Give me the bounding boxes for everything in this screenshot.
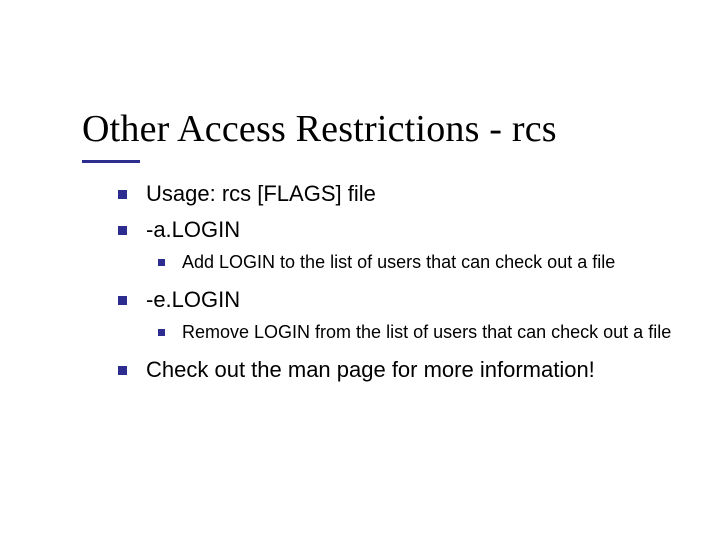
bullet-text: -a.LOGIN — [146, 217, 240, 242]
sub-bullets-e-login: Remove LOGIN from the list of users that… — [152, 321, 690, 344]
sub-bullet-remove-login: Remove LOGIN from the list of users that… — [152, 321, 690, 344]
sub-bullet-text: Add LOGIN to the list of users that can … — [182, 252, 615, 272]
slide-body: Usage: rcs [FLAGS] file -a.LOGIN Add LOG… — [110, 180, 690, 391]
sub-bullets-a-login: Add LOGIN to the list of users that can … — [152, 251, 690, 274]
square-bullet-icon — [118, 366, 127, 375]
bullet-text: Usage: rcs [FLAGS] file — [146, 181, 376, 206]
bullet-a-login: -a.LOGIN — [110, 216, 690, 244]
square-bullet-icon — [158, 259, 165, 266]
title-underline — [82, 160, 140, 163]
sub-bullet-add-login: Add LOGIN to the list of users that can … — [152, 251, 690, 274]
square-bullet-icon — [158, 329, 165, 336]
sub-bullet-text: Remove LOGIN from the list of users that… — [182, 322, 671, 342]
square-bullet-icon — [118, 226, 127, 235]
slide: Other Access Restrictions - rcs Usage: r… — [0, 0, 720, 540]
title-block: Other Access Restrictions - rcs — [82, 110, 680, 163]
bullet-text: -e.LOGIN — [146, 287, 240, 312]
bullet-man-page: Check out the man page for more informat… — [110, 356, 690, 384]
bullet-usage: Usage: rcs [FLAGS] file — [110, 180, 690, 208]
square-bullet-icon — [118, 190, 127, 199]
square-bullet-icon — [118, 296, 127, 305]
bullet-e-login: -e.LOGIN — [110, 286, 690, 314]
slide-title: Other Access Restrictions - rcs — [82, 110, 680, 150]
bullet-text: Check out the man page for more informat… — [146, 357, 595, 382]
